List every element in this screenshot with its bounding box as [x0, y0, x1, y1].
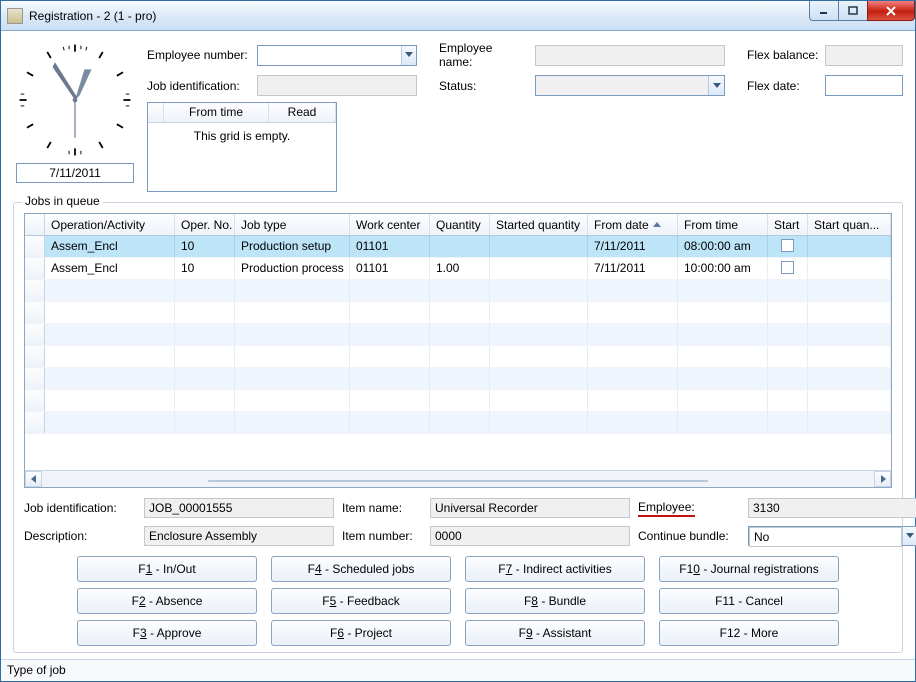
clock-date: 7/11/2011 [16, 163, 134, 183]
f3-button[interactable]: F3 - Approve [77, 620, 257, 646]
employee-number-combo[interactable] [257, 45, 417, 66]
detail-description-label: Description: [24, 529, 136, 543]
detail-itemnumber [430, 526, 630, 546]
detail-employee-label: Employee: [638, 500, 740, 517]
form-column: Employee number: Employee name: Flex bal… [147, 41, 903, 192]
start-checkbox[interactable] [781, 261, 794, 274]
detail-employee [748, 498, 916, 518]
col-operno[interactable]: Oper. No. [175, 214, 235, 235]
detail-itemname-label: Item name: [342, 501, 422, 515]
close-button[interactable] [867, 1, 915, 21]
detail-continuebundle-label: Continue bundle: [638, 529, 740, 543]
employee-number-input[interactable] [258, 46, 401, 65]
mini-grid: From time Read This grid is empty. [147, 102, 337, 192]
f9-button[interactable]: F9 - Assistant [465, 620, 645, 646]
mini-grid-col-fromtime[interactable]: From time [164, 103, 269, 122]
employee-number-label: Employee number: [147, 48, 251, 62]
job-details: Job identification: Item name: Employee:… [24, 498, 892, 546]
f5-button[interactable]: F5 - Feedback [271, 588, 451, 614]
table-row[interactable] [25, 324, 891, 346]
fkey-buttons: F1 - In/Out F4 - Scheduled jobs F7 - Ind… [24, 556, 892, 646]
jobs-in-queue-legend: Jobs in queue [22, 194, 103, 208]
flex-balance-field [825, 45, 903, 66]
mini-grid-empty: This grid is empty. [148, 123, 336, 191]
col-operation[interactable]: Operation/Activity [45, 214, 175, 235]
col-start[interactable]: Start [768, 214, 808, 235]
app-window: Registration - 2 (1 - pro) [0, 0, 916, 682]
table-row[interactable]: Assem_Encl10Production process011011.007… [25, 258, 891, 280]
job-identification-field [257, 75, 417, 96]
col-startedqty[interactable]: Started quantity [490, 214, 588, 235]
analog-clock [16, 41, 134, 159]
scroll-thumb[interactable] [208, 480, 707, 482]
detail-itemname [430, 498, 630, 518]
scroll-right-icon[interactable] [874, 471, 891, 487]
jobs-grid-rows: Assem_Encl10Production setup011017/11/20… [25, 236, 891, 470]
f6-button[interactable]: F6 - Project [271, 620, 451, 646]
f4-button[interactable]: F4 - Scheduled jobs [271, 556, 451, 582]
employee-name-label: Employee name: [439, 41, 529, 69]
job-identification-label: Job identification: [147, 79, 251, 93]
employee-name-field [535, 45, 725, 66]
status-input[interactable] [536, 76, 708, 95]
content: 7/11/2011 Employee number: Employee name [1, 31, 915, 659]
flex-balance-label: Flex balance: [747, 48, 819, 62]
f8-button[interactable]: F8 - Bundle [465, 588, 645, 614]
f2-button[interactable]: F2 - Absence [77, 588, 257, 614]
app-icon [7, 8, 23, 24]
window-controls [810, 1, 915, 21]
detail-jobid [144, 498, 334, 518]
continue-bundle-dropdown-icon[interactable] [902, 527, 916, 545]
jobs-in-queue-group: Jobs in queue Operation/Activity Oper. N… [13, 202, 903, 653]
jobs-grid-gutter-head [25, 214, 45, 235]
table-row[interactable] [25, 412, 891, 434]
f11-button[interactable]: F11 - Cancel [659, 588, 839, 614]
table-row[interactable] [25, 390, 891, 412]
start-checkbox[interactable] [781, 239, 794, 252]
statusbar: Type of job [1, 659, 915, 681]
f10-button[interactable]: F10 - Journal registrations [659, 556, 839, 582]
f7-button[interactable]: F7 - Indirect activities [465, 556, 645, 582]
detail-description [144, 526, 334, 546]
jobs-grid-header: Operation/Activity Oper. No. Job type Wo… [25, 214, 891, 236]
col-jobtype[interactable]: Job type [235, 214, 350, 235]
jobs-grid[interactable]: Operation/Activity Oper. No. Job type Wo… [24, 213, 892, 488]
detail-itemnumber-label: Item number: [342, 529, 422, 543]
status-label: Status: [439, 79, 529, 93]
flex-date-label: Flex date: [747, 79, 819, 93]
grid-hscroll[interactable] [25, 470, 891, 487]
f1-button[interactable]: F1 - In/Out [77, 556, 257, 582]
sort-asc-icon [653, 222, 661, 227]
col-workcenter[interactable]: Work center [350, 214, 430, 235]
status-combo[interactable] [535, 75, 725, 96]
titlebar: Registration - 2 (1 - pro) [1, 1, 915, 31]
status-dropdown-icon[interactable] [708, 76, 724, 95]
window-title: Registration - 2 (1 - pro) [29, 9, 156, 23]
table-row[interactable] [25, 280, 891, 302]
col-startqty[interactable]: Start quan... [808, 214, 891, 235]
mini-grid-col-read[interactable]: Read [269, 103, 336, 122]
col-fromdate[interactable]: From date [588, 214, 678, 235]
table-row[interactable] [25, 302, 891, 324]
minimize-button[interactable] [809, 1, 839, 21]
col-quantity[interactable]: Quantity [430, 214, 490, 235]
clock-column: 7/11/2011 [13, 41, 137, 192]
flex-date-input[interactable] [825, 75, 903, 96]
col-fromtime[interactable]: From time [678, 214, 768, 235]
continue-bundle-input[interactable] [749, 527, 902, 547]
scroll-left-icon[interactable] [25, 471, 42, 487]
table-row[interactable] [25, 346, 891, 368]
top-area: 7/11/2011 Employee number: Employee name [13, 41, 903, 192]
continue-bundle-combo[interactable] [748, 526, 916, 546]
maximize-button[interactable] [838, 1, 868, 21]
table-row[interactable]: Assem_Encl10Production setup011017/11/20… [25, 236, 891, 258]
f12-button[interactable]: F12 - More [659, 620, 839, 646]
table-row[interactable] [25, 368, 891, 390]
employee-number-dropdown-icon[interactable] [401, 46, 416, 65]
detail-jobid-label: Job identification: [24, 501, 136, 515]
